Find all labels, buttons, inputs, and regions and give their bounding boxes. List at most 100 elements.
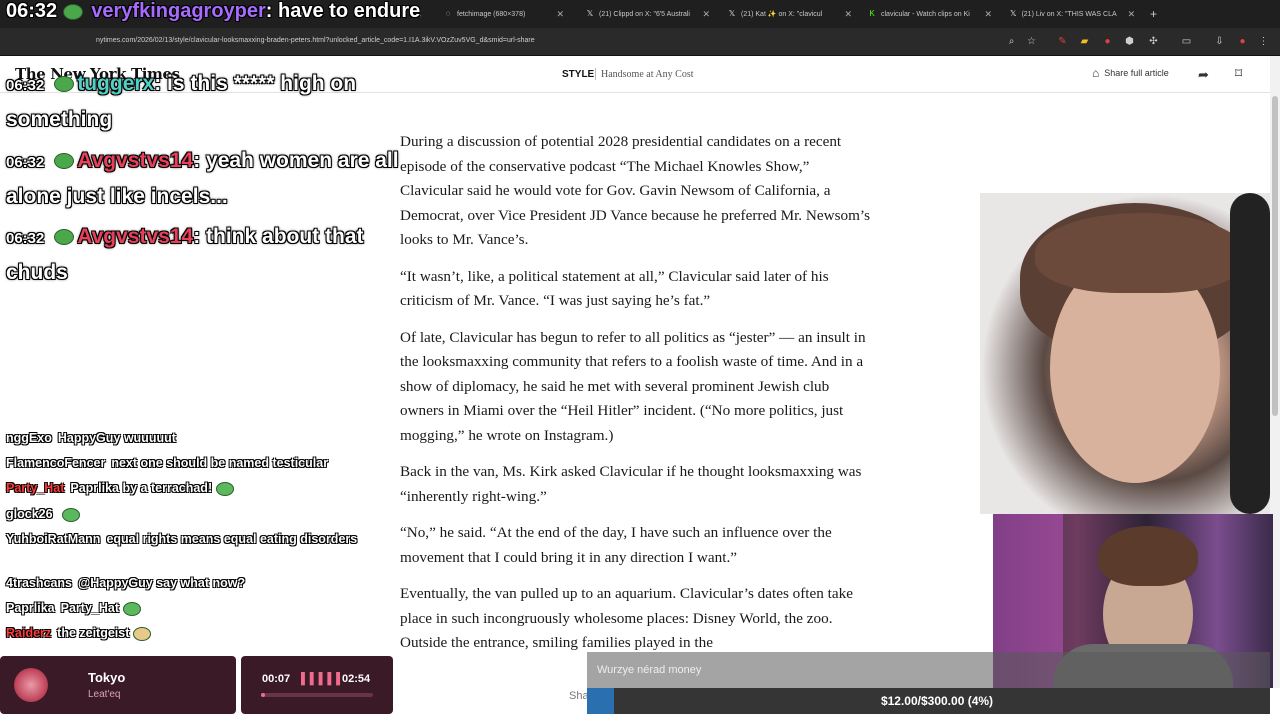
track-timer-widget: 00:07 ▌▌▌▌▌ 02:54 <box>241 656 393 714</box>
chat-username: glock26 <box>6 507 53 521</box>
chat-username: veryfkingagroyper <box>91 0 266 22</box>
now-playing-widget: Tokyo Leat'eq <box>0 656 236 714</box>
emote-icon <box>215 481 234 496</box>
chat-username: Party_Hat <box>6 481 65 495</box>
kick-logo-icon: K <box>869 9 875 18</box>
chat-username: Raiderz <box>6 626 52 640</box>
chat-text: : have to endure <box>265 0 421 22</box>
article-paragraph: Of late, Clavicular has begun to refer t… <box>400 328 866 444</box>
emote-icon <box>62 507 81 522</box>
article-paragraph: Eventually, the van pulled up to an aqua… <box>400 585 853 651</box>
goal-text: $12.00/$300.00 (4%) <box>880 694 994 708</box>
extension-icon[interactable]: ⬢ <box>1124 36 1135 47</box>
article-paragraph: Back in the van, Ms. Kirk asked Clavicul… <box>400 463 862 505</box>
chat-text: @HappyGuy say what now? <box>78 576 246 590</box>
article-paragraph: “No,” he said. “At the end of the day, I… <box>400 524 832 566</box>
elapsed-time: 00:07 <box>262 673 291 685</box>
share-full-article-button[interactable]: ⌂ Share full article <box>1092 66 1169 80</box>
new-tab-icon[interactable]: + <box>1142 4 1165 24</box>
chat-message: Paprlika Party_Hat <box>6 598 396 618</box>
article-body: During a discussion of potential 2028 pr… <box>400 130 870 668</box>
chat-text: Party_Hat <box>60 601 120 615</box>
tab-title: (21) Liv on X: "THIS WAS CLA <box>1021 10 1117 18</box>
emote-icon <box>122 601 141 616</box>
tab-close-icon[interactable]: ✕ <box>978 9 992 20</box>
chat-message: glock26 <box>6 504 396 524</box>
streamer-webcam <box>980 193 1270 514</box>
puzzle-icon[interactable]: ✣ <box>1148 36 1159 47</box>
chat-text: equal rights means equal eating disorder… <box>106 532 358 546</box>
chat-username: Avgvstvs14 <box>77 149 194 172</box>
chat-message-top: 06:32 veryfkingagroyper: have to endure <box>6 0 426 22</box>
chat-username: nggExo <box>6 431 52 445</box>
article-paragraph: During a discussion of potential 2028 pr… <box>400 133 871 248</box>
downloads-icon[interactable]: ⇩ <box>1214 36 1225 47</box>
scrollbar-thumb[interactable] <box>1272 96 1278 416</box>
chat-username: 4trashcans <box>6 576 73 590</box>
share-full-label: Share full article <box>1104 68 1169 78</box>
track-title: Tokyo <box>88 670 126 685</box>
tab-close-icon[interactable]: ✕ <box>550 9 564 20</box>
extension-icon[interactable]: ● <box>1102 36 1113 47</box>
address-bar: nytimes.com/2026/02/13/style/clavicular-… <box>0 28 1280 56</box>
chat-timestamp: 06:32 <box>6 230 45 247</box>
total-time: 02:54 <box>342 673 371 685</box>
chat-username: Avgvstvs14 <box>77 225 194 248</box>
tab-close-icon[interactable]: ✕ <box>838 9 852 20</box>
track-progress-bar <box>261 693 373 697</box>
browser-tab[interactable]: 𝕏 (21) Kat ✨ on X: "clavicul ✕ <box>720 4 860 24</box>
chat-message: 06:32 Avgvstvs14: yeah women are all alo… <box>6 144 426 214</box>
chat-message: YuhboiRatMann equal rights means equal ea… <box>6 529 396 549</box>
tab-title: (21) Kat ✨ on X: "clavicul <box>741 11 823 18</box>
chat-text: the zeitgeist <box>57 626 130 640</box>
chat-message: 4trashcans @HappyGuy say what now? <box>6 573 396 593</box>
tab-close-icon[interactable]: ✕ <box>1122 9 1136 20</box>
profile-icon[interactable]: ● <box>1237 36 1248 47</box>
chat-timestamp: 06:32 <box>6 154 45 171</box>
tab-title: (21) Clippd on X: "6'5 Australi <box>599 10 690 18</box>
divider <box>595 68 596 80</box>
album-art <box>14 668 48 702</box>
chat-username: Paprlika <box>6 601 55 615</box>
tab-title: clavicular - Watch clips on Ki <box>881 10 970 18</box>
section-label[interactable]: STYLE <box>562 69 594 80</box>
browser-tab[interactable]: ◌ fetchimage (680×378) ✕ <box>436 4 572 24</box>
tab-favicon-icon: ◌ <box>445 9 451 18</box>
share-icon[interactable]: ➦ <box>1198 67 1209 83</box>
extension-icon[interactable]: ✎ <box>1057 36 1068 47</box>
track-progress-fill <box>261 693 266 697</box>
pepe-emote-icon <box>62 3 83 20</box>
track-artist: Leat'eq <box>88 689 121 700</box>
pepe-emote-icon <box>54 76 75 93</box>
sidebar-icon[interactable]: ▭ <box>1181 36 1192 47</box>
chat-username: YuhboiRatMann <box>6 532 101 546</box>
url-field[interactable]: nytimes.com/2026/02/13/style/clavicular-… <box>96 37 535 44</box>
donation-goal-bar: $12.00/$300.00 (4%) <box>587 688 1270 714</box>
ticker-text: Wurzye nérad money <box>597 664 702 676</box>
browser-tab[interactable]: K clavicular - Watch clips on Ki ✕ <box>860 4 1000 24</box>
chat-message: FlamencoFencer next one should be named t… <box>6 453 396 473</box>
browser-tab[interactable]: 𝕏 (21) Clippd on X: "6'5 Australi ✕ <box>578 4 718 24</box>
article-paragraph: “It wasn’t, like, a political statement … <box>400 267 829 310</box>
tab-title: fetchimage (680×378) <box>457 10 526 18</box>
chat-text: next one should be named testicular <box>111 456 329 470</box>
chat-username: FlamencoFencer <box>6 456 106 470</box>
extension-icon[interactable]: ▰ <box>1079 36 1090 47</box>
chat-message: nggExo HappyGuy wuuuuut <box>6 428 396 448</box>
chat-message: Party_Hat Paprlika by a terrachad! <box>6 478 396 498</box>
chat-message: 06:32 Avgvstvs14: think about that chuds <box>6 220 426 290</box>
x-logo-icon: 𝕏 <box>1010 9 1017 18</box>
zoom-icon[interactable]: ⌕ <box>1006 36 1017 47</box>
menu-icon[interactable]: ⋮ <box>1258 36 1269 47</box>
browser-tab[interactable]: 𝕏 (21) Liv on X: "THIS WAS CLA ✕ <box>1002 4 1138 24</box>
star-icon[interactable]: ☆ <box>1026 36 1037 47</box>
x-logo-icon: 𝕏 <box>728 9 736 18</box>
article-headline: Handsome at Any Cost <box>601 69 694 80</box>
gift-icon: ⌂ <box>1092 66 1100 80</box>
bookmark-icon[interactable]: ⌑ <box>1235 65 1242 82</box>
donation-ticker: Wurzye nérad money <box>587 652 1270 688</box>
chat-timestamp: 06:32 <box>6 77 45 94</box>
pepe-emote-icon <box>54 229 75 246</box>
tab-close-icon[interactable]: ✕ <box>696 9 710 20</box>
chat-username: tuggerx <box>77 72 155 95</box>
